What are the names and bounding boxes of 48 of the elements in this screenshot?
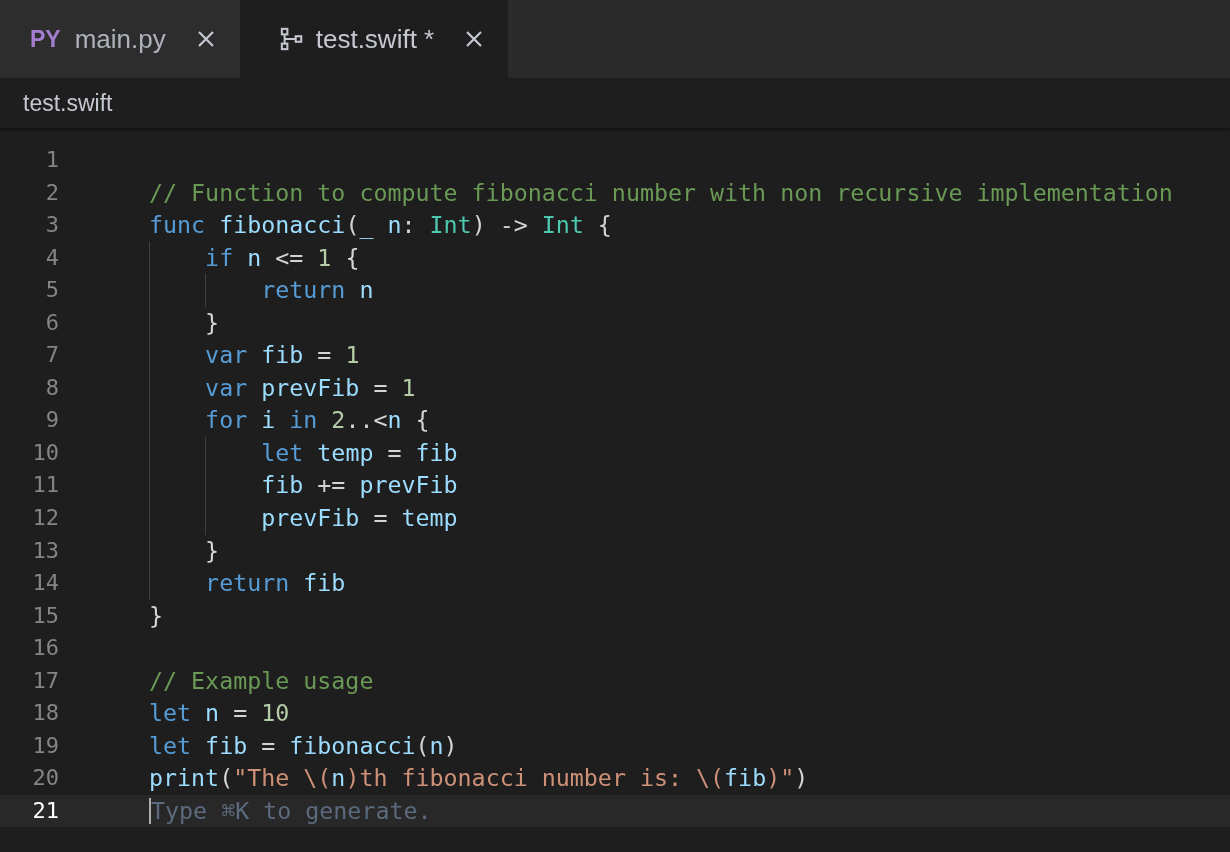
line-number: 8	[44, 373, 59, 402]
text-cursor	[149, 797, 151, 824]
line-number: 11	[31, 471, 59, 500]
code-line: }	[205, 535, 220, 566]
code-line: prevFib = temp	[261, 503, 458, 533]
line-number: 18	[31, 699, 59, 728]
code-line: func fibonacci(_ n: Int) -> Int {	[149, 210, 612, 241]
line-number: 6	[44, 308, 59, 337]
code-line: }	[149, 600, 164, 631]
code-line: var fib = 1	[205, 340, 360, 371]
code-line: for i in 2..<n {	[205, 405, 430, 436]
line-number: 3	[44, 211, 59, 240]
code-line: return n	[261, 275, 374, 306]
line-number: 9	[44, 406, 59, 435]
code-line: if n <= 1 {	[205, 242, 360, 273]
code-line: }	[205, 307, 220, 338]
line-number: 17	[31, 666, 59, 695]
file-tree-icon	[279, 27, 304, 51]
code-line: print("The \(n)th fibonacci number is: \(fib)")	[149, 763, 809, 794]
line-number: 15	[31, 601, 59, 630]
tab-label: main.py	[74, 23, 166, 55]
line-number: 13	[31, 536, 59, 565]
editor-tab[interactable]: test.swift *	[239, 0, 509, 78]
code-line: // Example usage	[149, 665, 374, 696]
close-icon[interactable]	[197, 31, 214, 47]
line-number: 1	[44, 146, 59, 174]
line-number: 12	[31, 504, 59, 532]
line-number: 16	[31, 634, 59, 663]
breadcrumb[interactable]: test.swift	[23, 89, 113, 117]
code-line: var prevFib = 1	[205, 372, 416, 403]
code-line: // Function to compute fibonacci number with non recursive implementation	[149, 177, 1173, 208]
line-number: 7	[44, 341, 59, 370]
code-line: let n = 10	[149, 698, 290, 729]
python-file-icon: PY	[30, 25, 61, 53]
line-number: 2	[44, 178, 59, 207]
close-icon[interactable]	[466, 31, 483, 47]
code-line: fib += prevFib	[261, 470, 458, 501]
line-number: 19	[31, 731, 59, 760]
line-number: 4	[44, 243, 59, 272]
tab-label: test.swift *	[315, 23, 435, 55]
line-number: 20	[31, 764, 59, 793]
code-line: let temp = fib	[261, 437, 458, 468]
line-number: 10	[31, 438, 59, 467]
line-number: 14	[31, 569, 59, 598]
line-number: 5	[44, 276, 59, 305]
line-number: 21	[31, 796, 59, 825]
code-line: return fib	[205, 568, 346, 599]
code-line: let fib = fibonacci(n)	[149, 730, 458, 761]
